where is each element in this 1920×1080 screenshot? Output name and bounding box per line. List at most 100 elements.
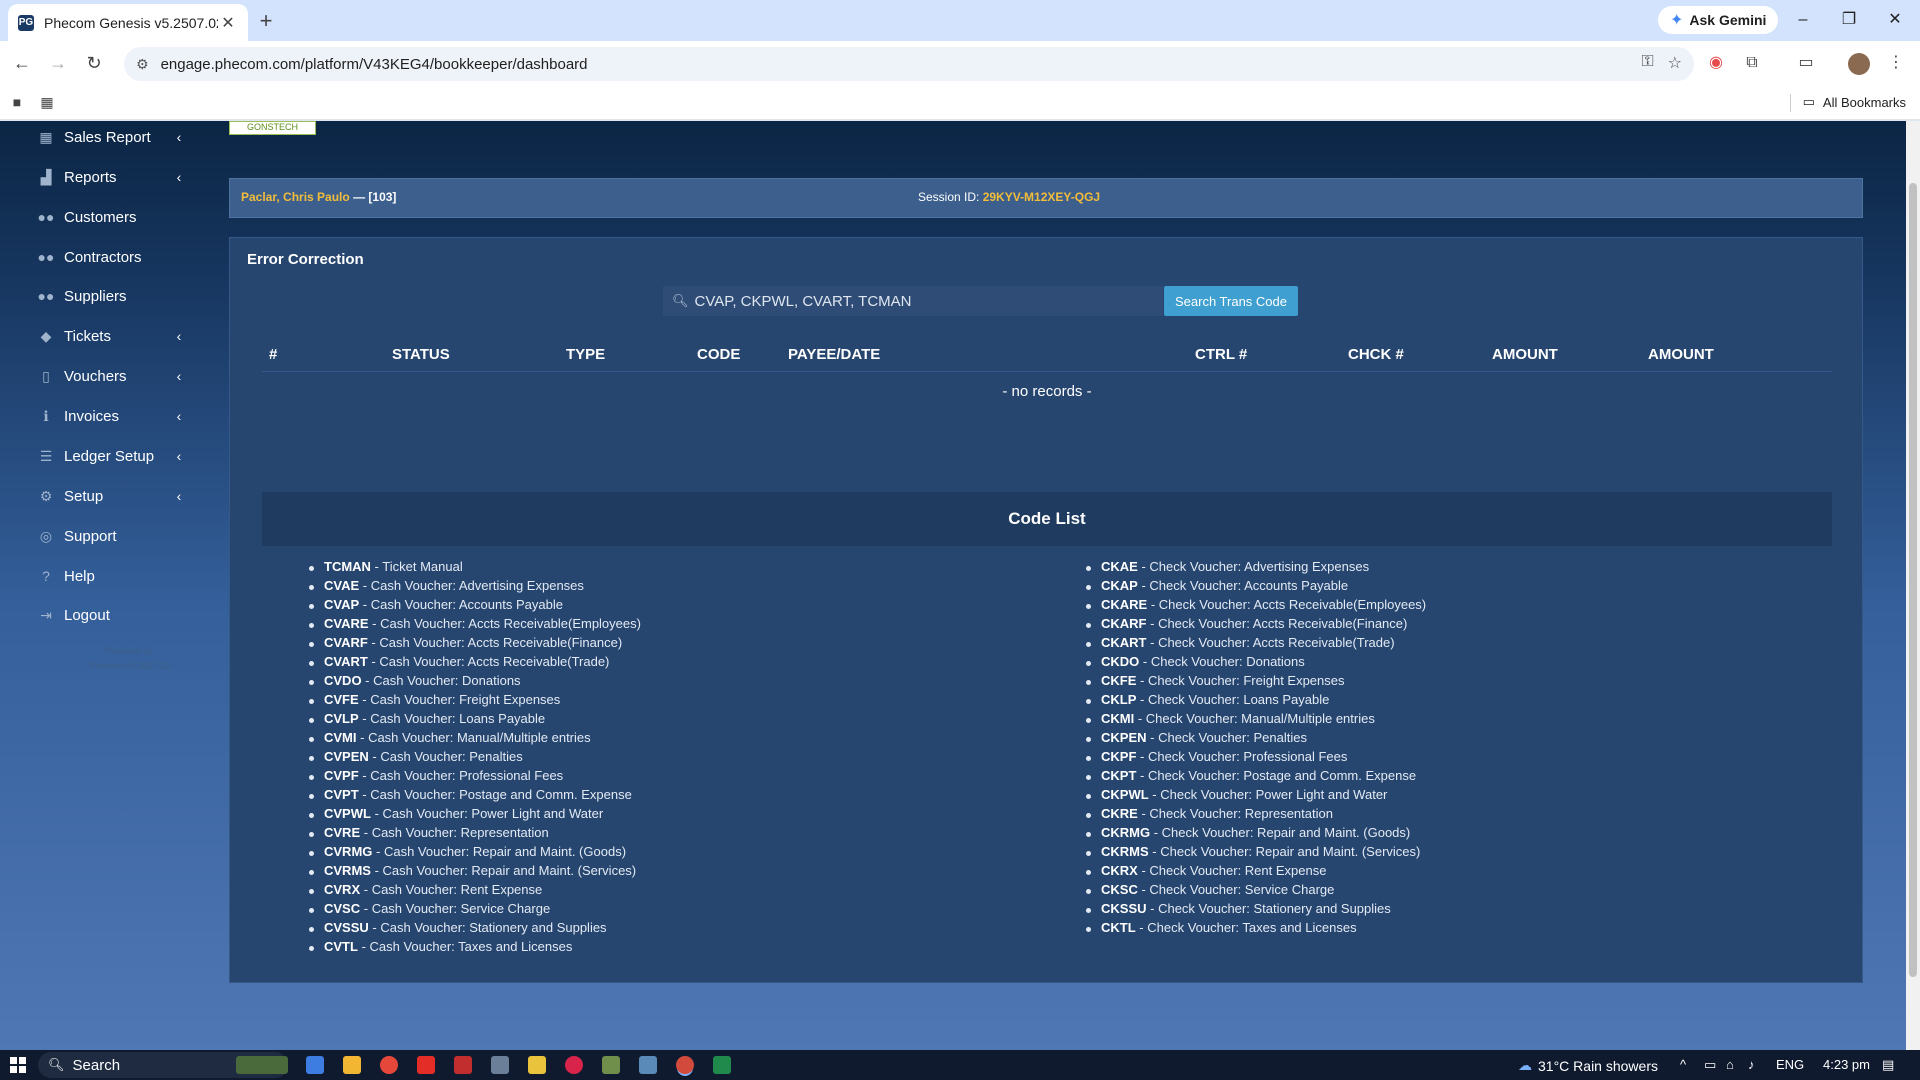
network-icon[interactable]: ⌂ <box>1726 1057 1734 1072</box>
sidebar-item-label: Ledger Setup <box>64 447 155 465</box>
notifications-icon[interactable]: ▤ <box>1882 1057 1894 1073</box>
youtube-icon[interactable] <box>417 1056 435 1074</box>
new-tab-button[interactable]: + <box>252 8 280 36</box>
sidebar-item-customers[interactable]: ●● Customers <box>36 202 186 232</box>
empty-table-message: - no records - <box>1002 383 1092 400</box>
sidebar-item-setup[interactable]: ⚙ Setup ‹ <box>36 481 186 511</box>
clock[interactable]: 4:23 pm <box>1823 1057 1870 1072</box>
sidebar-item-sales-report[interactable]: ▦ Sales Report ‹ <box>36 122 186 152</box>
column-header-amount-2: AMOUNT <box>1648 346 1714 363</box>
back-button[interactable]: ← <box>8 49 36 77</box>
code-description: Cash Voucher: Loans Payable <box>370 711 546 726</box>
password-key-icon[interactable]: ⚿ <box>1641 53 1653 73</box>
app-icon[interactable] <box>528 1056 546 1074</box>
info-icon: ℹ <box>43 407 49 424</box>
media-player-icon[interactable] <box>565 1056 583 1074</box>
code-description: Check Voucher: Rent Expense <box>1149 863 1327 878</box>
column-header-type: TYPE <box>566 346 606 363</box>
calculator-icon[interactable] <box>491 1056 509 1074</box>
code: CKTL <box>1101 920 1136 935</box>
tab-search-icon[interactable]: ▭ <box>1792 49 1820 77</box>
excel-icon[interactable] <box>713 1056 731 1074</box>
language-indicator[interactable]: ENG <box>1776 1057 1804 1072</box>
sidebar-item-suppliers[interactable]: ●● Suppliers <box>36 281 186 311</box>
copilot-icon[interactable] <box>306 1056 324 1074</box>
browser-menu-icon[interactable]: ⋮ <box>1882 49 1910 77</box>
users-icon: ●● <box>37 209 55 225</box>
reload-button[interactable]: ↻ <box>80 49 108 77</box>
widgets-thumbnail-icon[interactable] <box>236 1056 288 1074</box>
sidebar-item-help[interactable]: ? Help <box>36 561 186 591</box>
volume-icon[interactable]: ♪ <box>1748 1057 1755 1072</box>
app-icon[interactable] <box>602 1056 620 1074</box>
scrollbar-thumb[interactable] <box>1909 183 1917 977</box>
forward-button[interactable]: → <box>44 49 72 77</box>
user-name: Paclar, Chris Paulo <box>241 190 350 204</box>
extensions-puzzle-icon[interactable]: ⧉ <box>1738 49 1766 77</box>
list-item: CVARE - Cash Voucher: Accts Receivable(E… <box>309 616 641 635</box>
list-item: TCMAN - Ticket Manual <box>309 559 641 578</box>
sidebar-item-tickets[interactable]: ◆ Tickets ‹ <box>36 321 186 351</box>
ask-gemini-button[interactable]: ✦ Ask Gemini <box>1658 6 1779 34</box>
list-item: CKART - Check Voucher: Accts Receivable(… <box>1086 635 1426 654</box>
session-info: Session ID: 29KYV-M12XEY-QGJ <box>918 190 1100 204</box>
list-item: CVPWL - Cash Voucher: Power Light and Wa… <box>309 806 641 825</box>
code-description: Cash Voucher: Donations <box>373 673 521 688</box>
sidebar-item-logout[interactable]: ⇥ Logout <box>36 600 186 630</box>
sidebar-item-invoices[interactable]: ℹ Invoices ‹ <box>36 401 186 431</box>
chevron-left-icon: ‹ <box>176 408 182 424</box>
list-item: CVMI - Cash Voucher: Manual/Multiple ent… <box>309 730 641 749</box>
bookmarks-divider <box>1790 94 1791 112</box>
close-window-button[interactable]: ✕ <box>1872 6 1918 34</box>
list-item: CVLP - Cash Voucher: Loans Payable <box>309 711 641 730</box>
sidebar-item-vouchers[interactable]: ▯ Vouchers ‹ <box>36 361 186 391</box>
code-description: Cash Voucher: Power Light and Water <box>382 806 604 821</box>
sidebar-item-reports[interactable]: ▟ Reports ‹ <box>36 162 186 192</box>
sidebar-item-label: Help <box>64 567 95 585</box>
code: CVPF <box>324 768 359 783</box>
sidebar-item-ledger-setup[interactable]: ☰ Ledger Setup ‹ <box>36 441 186 471</box>
code: CVARF <box>324 635 368 650</box>
windows-start-icon[interactable] <box>10 1057 26 1073</box>
code-description: Check Voucher: Loans Payable <box>1147 692 1330 707</box>
app-icon[interactable] <box>454 1056 472 1074</box>
restore-window-button[interactable]: ❐ <box>1826 6 1872 34</box>
chrome-icon[interactable] <box>380 1056 398 1074</box>
chrome-active-icon[interactable] <box>676 1056 694 1074</box>
code: CKPWL <box>1101 787 1149 802</box>
sidebar-item-label: Support <box>64 527 117 545</box>
apps-grid-icon[interactable]: ▦ <box>38 94 56 112</box>
site-settings-icon[interactable]: ⚙ <box>136 56 149 73</box>
trans-code-search-input[interactable]: 🔍︎ CVAP, CKPWL, CVART, TCMAN <box>663 286 1163 316</box>
search-trans-code-button[interactable]: Search Trans Code <box>1164 286 1298 316</box>
tab-strip-icon[interactable]: ■ <box>8 94 26 112</box>
sidebar-item-contractors[interactable]: ●● Contractors <box>36 242 186 272</box>
sidebar-item-support[interactable]: ◎ Support <box>36 521 186 551</box>
list-item: CVPF - Cash Voucher: Professional Fees <box>309 768 641 787</box>
session-label: Session ID: <box>918 190 980 204</box>
notepad-icon[interactable] <box>639 1056 657 1074</box>
profile-avatar[interactable] <box>1848 53 1870 75</box>
camera-icon[interactable]: ▭ <box>1704 1057 1716 1073</box>
file-explorer-icon[interactable] <box>343 1056 361 1074</box>
chevron-up-icon[interactable]: ^ <box>1680 1057 1686 1072</box>
code: CVART <box>324 654 368 669</box>
extension-icon[interactable]: ◉ <box>1702 49 1730 77</box>
search-icon: 🔍︎ <box>48 1057 65 1072</box>
minimize-window-button[interactable]: – <box>1780 6 1826 34</box>
code: CKSSU <box>1101 901 1147 916</box>
list-item: CKFE - Check Voucher: Freight Expenses <box>1086 673 1426 692</box>
page-scrollbar[interactable] <box>1906 121 1920 1051</box>
address-bar[interactable]: ⚙ engage.phecom.com/platform/V43KEG4/boo… <box>124 47 1694 81</box>
all-bookmarks-button[interactable]: ▭ All Bookmarks <box>1803 94 1906 110</box>
search-icon: 🔍︎ <box>672 293 689 308</box>
browser-tab[interactable]: PG Phecom Genesis v5.2507.02 ✕ <box>8 4 248 41</box>
sidebar-item-label: Customers <box>64 208 137 226</box>
close-tab-icon[interactable]: ✕ <box>218 13 238 33</box>
weather-widget[interactable]: ☁ 31°C Rain showers <box>1518 1057 1658 1074</box>
table-header-divider <box>262 371 1832 372</box>
tab-title: Phecom Genesis v5.2507.02 <box>44 14 218 31</box>
bookmark-star-icon[interactable]: ☆ <box>1668 53 1682 73</box>
code-description: Cash Voucher: Penalties <box>380 749 523 764</box>
panel-title: Error Correction <box>247 251 364 268</box>
